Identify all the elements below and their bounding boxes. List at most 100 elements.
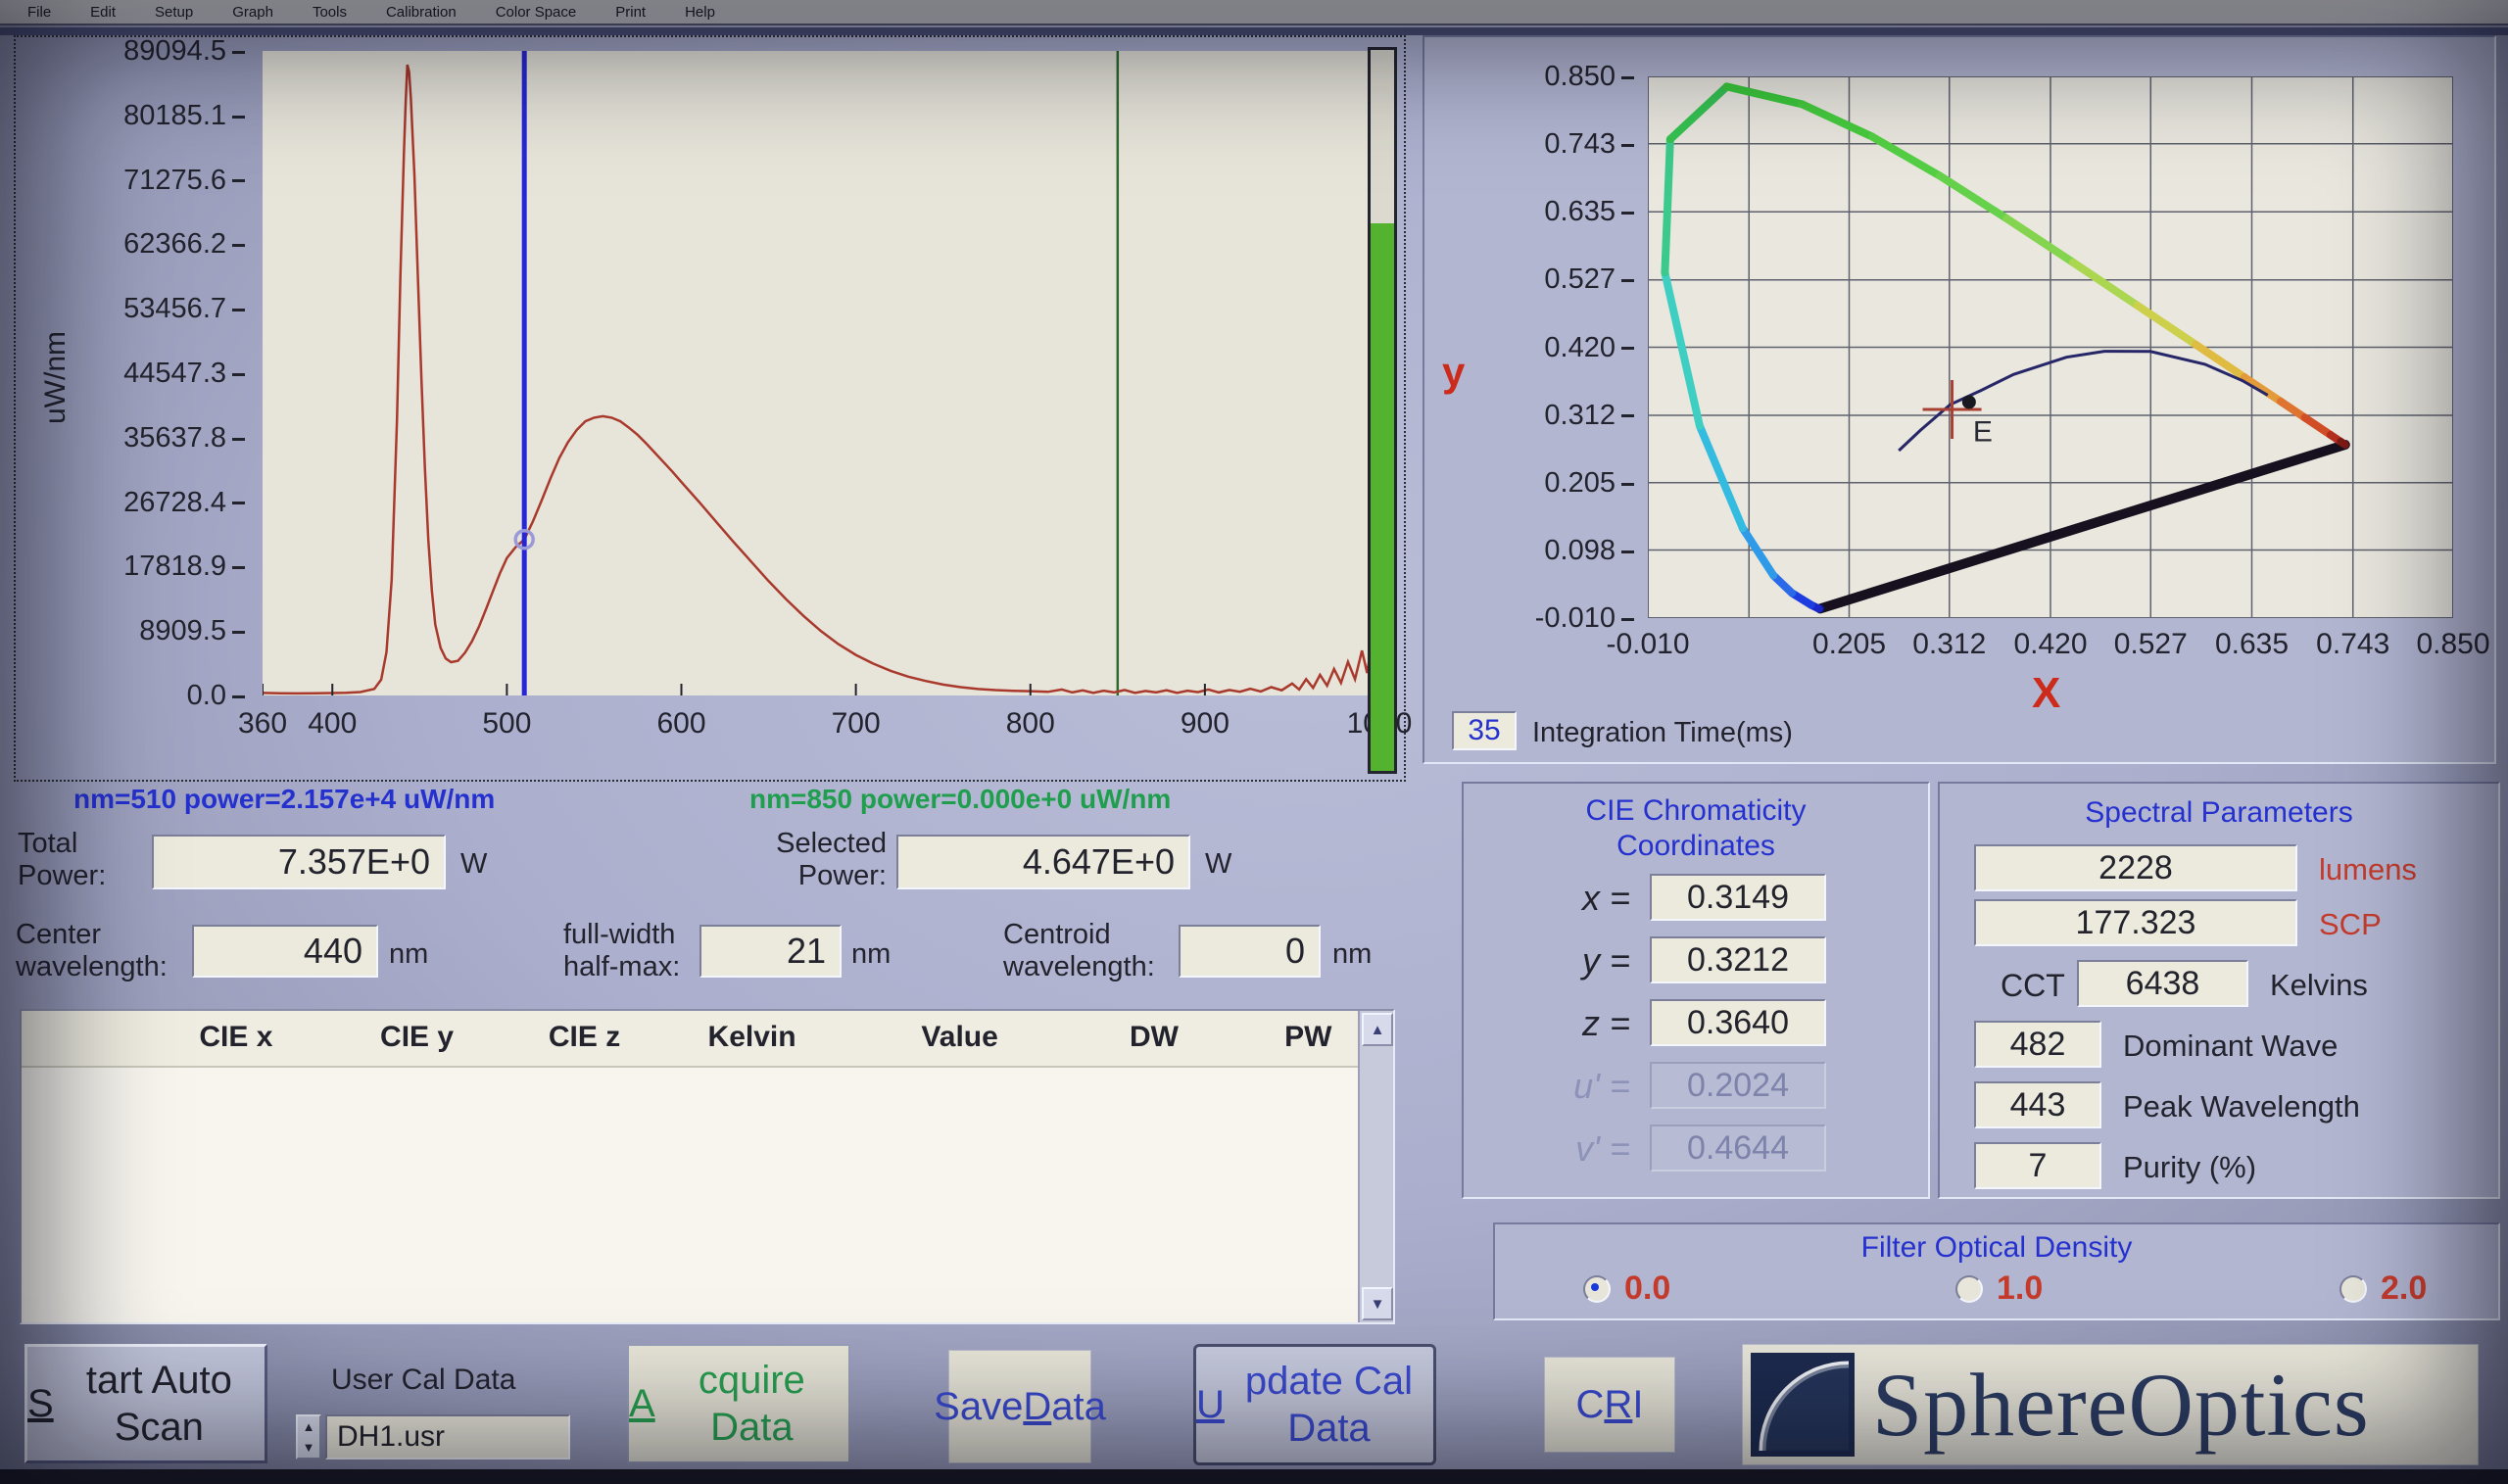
user-cal-data-label: User Cal Data	[331, 1364, 515, 1398]
radio-label: 1.0	[1997, 1269, 2043, 1307]
cie-y-ticks: 0.8500.7430.6350.5270.4200.3120.2050.098…	[1483, 76, 1640, 618]
coord-label-z: z =	[1503, 1003, 1630, 1044]
column-header-cie-x: CIE x	[199, 1021, 272, 1054]
user-cal-file-input[interactable]	[325, 1414, 570, 1460]
cie-y-tick-label: 0.098	[1544, 535, 1634, 567]
menu-bar: File Edit Setup Graph Tools Calibration Color …	[0, 0, 2508, 25]
cie-y-tick-label: 0.420	[1544, 332, 1634, 364]
menu-item-graph[interactable]: Graph	[232, 4, 273, 21]
column-header-dw: DW	[1130, 1021, 1179, 1054]
param-label-dominant-wave: Dominant Wave	[2123, 1029, 2338, 1064]
signal-level-fill	[1371, 223, 1394, 771]
param-value-purity: 7	[1974, 1142, 2101, 1189]
cie-diagram: E	[1648, 76, 2453, 618]
param-label-peak-wavelength: Peak Wavelength	[2123, 1089, 2360, 1125]
total-power-value: 7.357E+0	[152, 835, 446, 889]
menu-item-calibration[interactable]: Calibration	[386, 4, 457, 21]
centroid-wavelength-label: Centroid wavelength:	[1003, 919, 1155, 984]
radio-button[interactable]	[2339, 1275, 2367, 1303]
column-header-cie-z: CIE z	[549, 1021, 620, 1054]
spectral-x-tick-label: 700	[832, 707, 881, 741]
param-prefix-cct: CCT	[2001, 968, 2065, 1004]
menu-item-setup[interactable]: Setup	[155, 4, 193, 21]
spectral-parameters-title: Spectral Parameters	[1940, 795, 2498, 831]
menu-item-color-space[interactable]: Color Space	[496, 4, 577, 21]
param-label-lumens: lumens	[2319, 852, 2417, 887]
results-table: CIE xCIE yCIE zKelvinValueDWPW ▲ ▼	[20, 1009, 1395, 1324]
sphereoptics-logo-icon	[1751, 1353, 1855, 1457]
spectral-y-tick-label: 26728.4	[123, 487, 245, 519]
selected-power-label: Selected Power:	[740, 828, 887, 893]
sphereoptics-logo: SphereOptics	[1742, 1344, 2479, 1465]
centroid-wavelength-value: 0	[1179, 925, 1321, 978]
sphereoptics-logo-text: SphereOptics	[1872, 1353, 2370, 1457]
spectrometer-app-window: File Edit Setup Graph Tools Calibration Color …	[0, 0, 2508, 1484]
filter-od-option-2-0[interactable]: 2.0	[2339, 1269, 2427, 1308]
param-label-kelvins: Kelvins	[2270, 968, 2368, 1003]
filter-optical-density-panel: Filter Optical Density 0.01.02.0	[1493, 1222, 2500, 1320]
param-value-dominant-wave: 482	[1974, 1021, 2101, 1068]
cie-y-tick-label: 0.743	[1544, 128, 1634, 161]
scroll-down-button[interactable]: ▼	[1362, 1287, 1393, 1320]
fwhm-unit: nm	[851, 938, 891, 971]
spectral-y-tick-label: 0.0	[187, 680, 245, 712]
center-wavelength-value: 440	[192, 925, 378, 978]
spectral-y-tick-label: 62366.2	[123, 228, 245, 261]
spectral-x-ticks: 3604005006007008009001000	[263, 707, 1379, 746]
spectral-x-tick-label: 900	[1181, 707, 1230, 741]
spectral-y-tick-label: 35637.8	[123, 422, 245, 455]
param-label-scp: SCP	[2319, 907, 2382, 942]
menu-item-tools[interactable]: Tools	[313, 4, 347, 21]
table-scrollbar[interactable]: ▲ ▼	[1358, 1011, 1393, 1322]
cie-x-tick-label: 0.205	[1812, 628, 1886, 661]
window-divider	[0, 27, 2508, 35]
scroll-up-button[interactable]: ▲	[1362, 1013, 1393, 1046]
spinner-down-icon[interactable]: ▼	[303, 1441, 315, 1454]
acquire-data-button[interactable]: Acquire Data	[627, 1344, 850, 1463]
results-table-header: CIE xCIE yCIE zKelvinValueDWPW	[22, 1011, 1362, 1068]
update-cal-data-button[interactable]: Update Cal Data	[1193, 1344, 1436, 1465]
cie-x-axis-label: X	[2032, 669, 2060, 718]
spectral-y-tick-label: 80185.1	[123, 100, 245, 132]
user-cal-spinner[interactable]: ▲▼	[296, 1414, 321, 1460]
radio-button-selected[interactable]	[1583, 1275, 1611, 1303]
centroid-wavelength-unit: nm	[1332, 938, 1372, 971]
save-data-button[interactable]: Save Data	[948, 1350, 1091, 1463]
spectral-x-tick-label: 360	[238, 707, 287, 741]
column-header-kelvin: Kelvin	[708, 1021, 796, 1054]
spectral-y-ticks: 89094.580185.171275.662366.253456.744547…	[55, 51, 251, 695]
param-label-purity: Purity (%)	[2123, 1150, 2256, 1185]
coord-value-u: 0.2024	[1650, 1062, 1826, 1109]
param-value-scp: 177.323	[1974, 899, 2297, 946]
cie-y-tick-label: 0.312	[1544, 400, 1634, 432]
signal-level-bar	[1368, 47, 1397, 774]
coord-value-z: 0.3640	[1650, 999, 1826, 1046]
radio-button[interactable]	[1955, 1275, 1983, 1303]
selected-power-unit: W	[1205, 848, 1231, 881]
menu-item-edit[interactable]: Edit	[90, 4, 116, 21]
radio-label: 0.0	[1624, 1269, 1670, 1307]
coord-value-y: 0.3212	[1650, 936, 1826, 983]
spectral-y-tick-label: 8909.5	[139, 615, 245, 647]
coord-value-x: 0.3149	[1650, 874, 1826, 921]
cie-y-tick-label: 0.635	[1544, 196, 1634, 228]
filter-od-option-1-0[interactable]: 1.0	[1955, 1269, 2043, 1308]
menu-item-print[interactable]: Print	[615, 4, 646, 21]
coord-label-v: v' =	[1503, 1128, 1630, 1170]
cri-button[interactable]: CRI	[1544, 1357, 1675, 1453]
menu-item-file[interactable]: File	[27, 4, 51, 21]
spectral-x-tick-label: 400	[308, 707, 357, 741]
param-value-peak-wavelength: 443	[1974, 1081, 2101, 1128]
spectral-plot-area	[263, 51, 1379, 695]
spectral-x-tick-label: 800	[1006, 707, 1055, 741]
integration-time-input[interactable]: 35	[1452, 711, 1517, 750]
cie-x-tick-label: 0.420	[2013, 628, 2087, 661]
start-auto-scan-button[interactable]: Start Auto Scan	[24, 1344, 267, 1463]
cie-coordinates-panel: CIE Chromaticity Coordinates x =0.3149y …	[1462, 782, 1930, 1199]
menu-item-help[interactable]: Help	[685, 4, 715, 21]
coord-label-u: u' =	[1503, 1066, 1630, 1107]
filter-od-option-0-0[interactable]: 0.0	[1583, 1269, 1670, 1308]
cie-x-tick-label: 0.743	[2316, 628, 2389, 661]
spinner-up-icon[interactable]: ▲	[303, 1420, 315, 1433]
spectral-parameters-panel: Spectral Parameters 2228lumens177.323SCP…	[1938, 782, 2500, 1199]
